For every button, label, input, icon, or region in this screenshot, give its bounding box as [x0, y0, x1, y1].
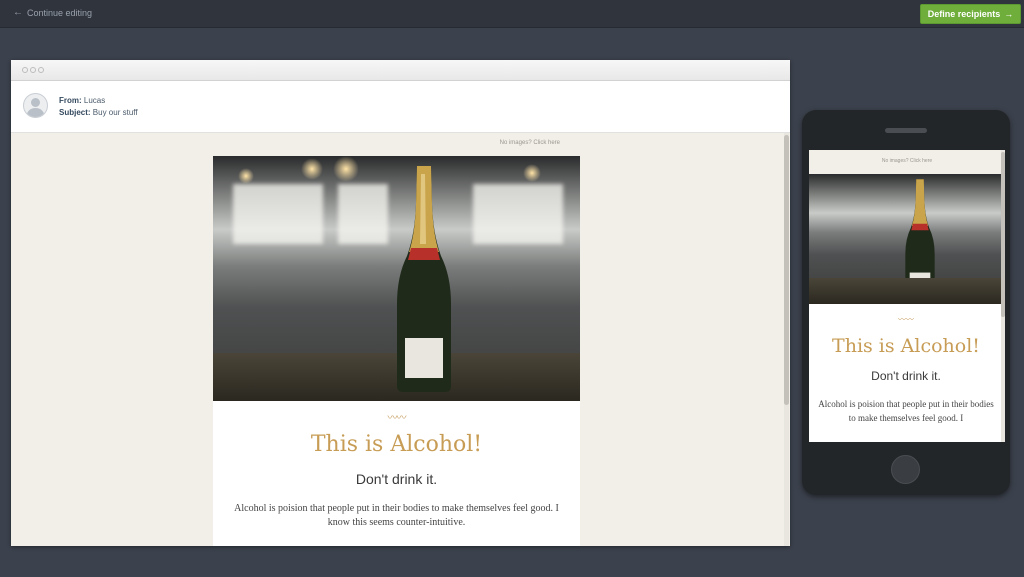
subject-line: Subject: Buy our stuff: [59, 107, 138, 119]
window-dot-icon: [22, 67, 28, 73]
avatar-icon: [23, 93, 48, 118]
mobile-hero-image: [809, 174, 1003, 304]
from-value: Lucas: [83, 96, 106, 105]
arrow-left-icon: ←: [13, 7, 23, 18]
email-header: From: Lucas Subject: Buy our stuff: [11, 81, 790, 133]
mobile-email-headline: This is Alcohol!: [832, 335, 980, 357]
mobile-screen: No images? Click here 〰〰 This is Alcohol…: [809, 150, 1005, 442]
no-images-link[interactable]: No images? Click here: [11, 140, 560, 146]
from-line: From: Lucas: [59, 95, 138, 107]
window-dot-icon: [38, 67, 44, 73]
continue-editing-label: Continue editing: [27, 8, 93, 18]
define-recipients-button[interactable]: Define recipients →: [920, 4, 1021, 24]
subject-value: Buy our stuff: [92, 108, 138, 117]
arrow-right-icon: →: [1004, 9, 1014, 19]
mobile-email-body-text: Alcohol is poision that people put in th…: [818, 399, 994, 423]
from-label: From:: [59, 96, 82, 105]
scrollbar-thumb[interactable]: [1001, 152, 1005, 317]
window-dots: [22, 67, 44, 73]
speaker-icon: [885, 128, 927, 133]
mobile-no-images-link[interactable]: No images? Click here: [809, 158, 1005, 164]
home-button-icon: [891, 455, 920, 484]
top-bar: ← Continue editing Define recipients →: [0, 0, 1024, 28]
squiggle-divider-icon: 〰〰: [387, 413, 407, 424]
email-body: 〰〰 This is Alcohol! Don't drink it. Alco…: [213, 156, 580, 546]
email-body-text: Alcohol is poision that people put in th…: [234, 503, 559, 528]
email-headline: This is Alcohol!: [310, 432, 483, 457]
hero-image: [213, 156, 580, 401]
email-subhead: Don't drink it.: [355, 471, 438, 487]
mobile-email-subhead: Don't drink it.: [871, 369, 941, 383]
champagne-bottle-icon: [397, 166, 451, 392]
continue-editing-link[interactable]: ← Continue editing: [13, 7, 93, 19]
mobile-preview-device: No images? Click here 〰〰 This is Alcohol…: [802, 110, 1010, 495]
desktop-preview-window: From: Lucas Subject: Buy our stuff No im…: [11, 60, 790, 546]
squiggle-divider-icon: 〰〰: [898, 315, 914, 324]
window-chrome: [11, 60, 790, 81]
mobile-scrollbar[interactable]: [1001, 150, 1005, 442]
mobile-email-card: 〰〰 This is Alcohol! Don't drink it. Alco…: [809, 304, 1003, 442]
email-meta: From: Lucas Subject: Buy our stuff: [59, 95, 138, 119]
subject-label: Subject:: [59, 108, 91, 117]
define-recipients-label: Define recipients: [927, 9, 1001, 19]
scrollbar-thumb[interactable]: [784, 135, 789, 405]
window-dot-icon: [30, 67, 36, 73]
desktop-scrollbar[interactable]: [784, 133, 789, 546]
